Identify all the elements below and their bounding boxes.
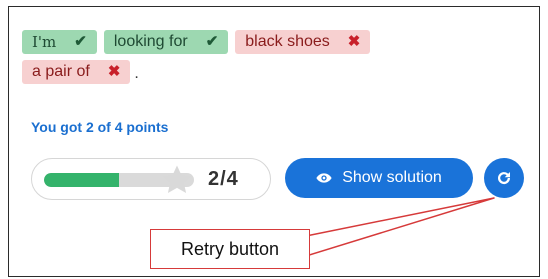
show-solution-button[interactable]: Show solution [285,158,473,198]
answer-word: black shoes [245,33,330,50]
answer-chip-correct: I'm ✔ [22,30,97,54]
answer-chip-wrong: a pair of ✖ [22,60,131,84]
answer-word: looking for [113,33,188,50]
show-solution-label: Show solution [342,169,442,186]
cross-icon: ✖ [347,33,361,50]
answer-area: I'm ✔ looking for ✔ black shoes ✖ a pair… [22,30,502,90]
answer-chip-wrong: black shoes ✖ [235,30,371,54]
retry-button[interactable] [484,158,524,198]
check-icon: ✔ [74,33,87,50]
progress-bar-fill [44,173,119,187]
answer-word: I'm [32,33,57,51]
callout-retry-button: Retry button [150,229,310,269]
callout-label: Retry button [180,238,280,259]
score-feedback: You got 2 of 4 points [31,119,169,135]
answer-row-2: a pair of ✖ . [22,60,502,84]
score-value: 2/4 [208,168,239,190]
check-icon: ✔ [205,33,219,50]
score-progress: 2/4 [31,158,271,200]
answer-chip-correct: looking for ✔ [103,30,229,54]
answer-word: a pair of [32,63,90,80]
eye-icon [316,173,332,183]
cross-icon: ✖ [107,63,121,80]
sentence-period: . [134,65,139,82]
retry-icon [498,172,511,185]
answer-row-1: I'm ✔ looking for ✔ black shoes ✖ [22,30,502,54]
star-icon [162,165,192,194]
